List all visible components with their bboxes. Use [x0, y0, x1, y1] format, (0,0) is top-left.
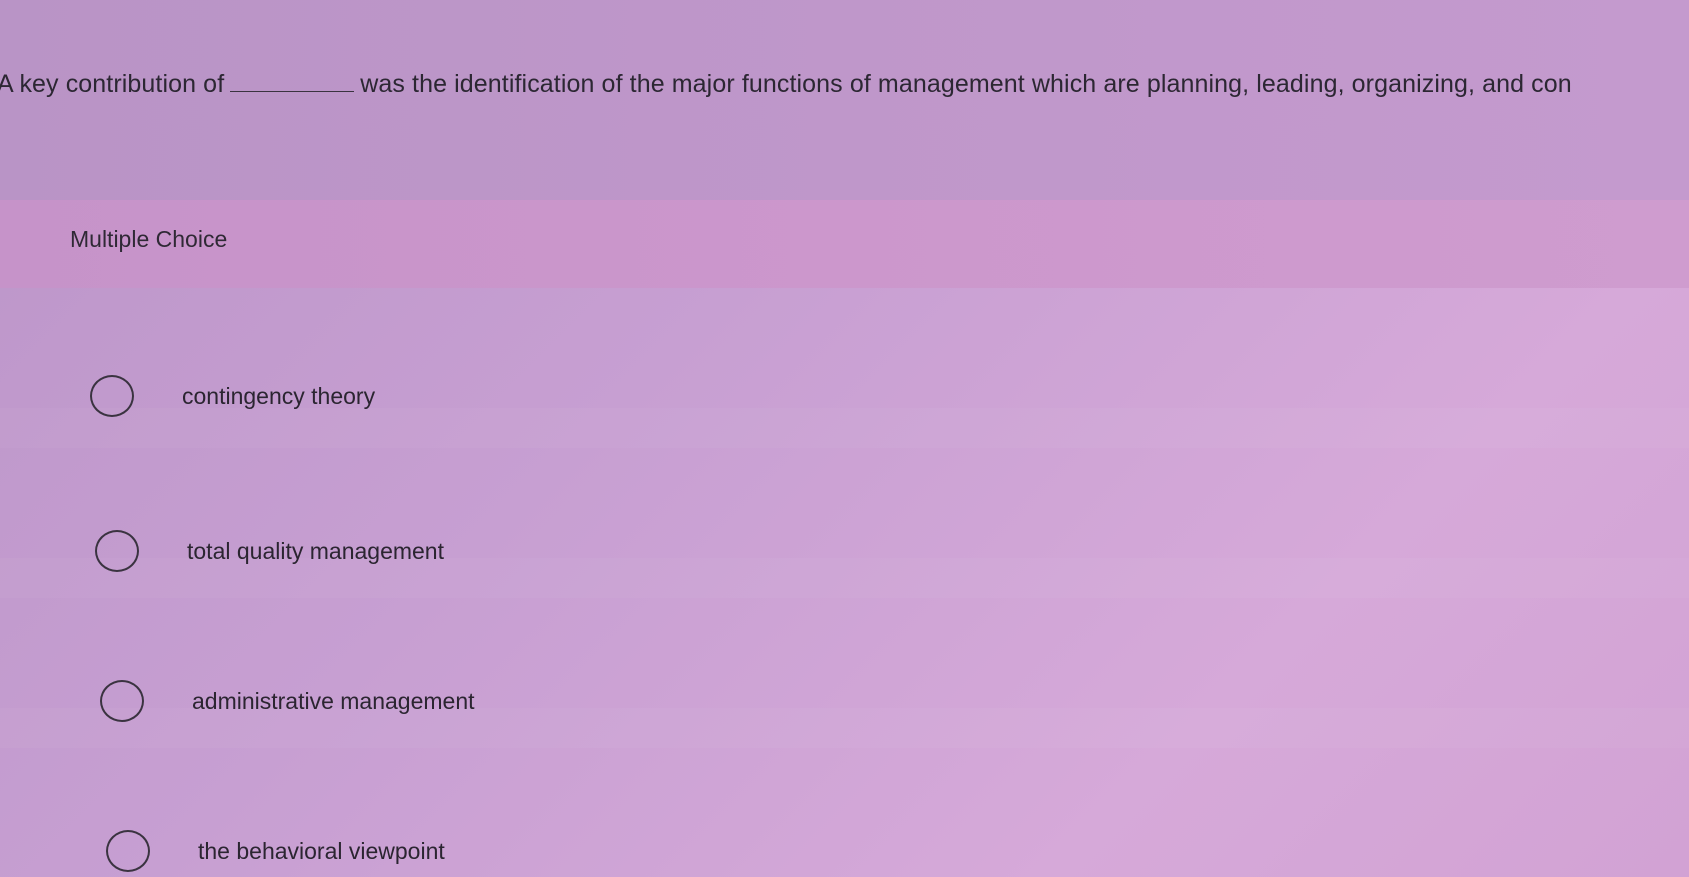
question-prefix: A key contribution of	[0, 70, 225, 98]
option-contingency-theory[interactable]: contingency theory	[90, 375, 375, 417]
option-label: contingency theory	[182, 382, 376, 409]
question-text: A key contribution of was the identificat…	[0, 70, 1572, 99]
option-administrative-management[interactable]: administrative management	[100, 680, 475, 722]
question-area	[0, 0, 1689, 200]
option-behavioral-viewpoint[interactable]: the behavioral viewpoint	[106, 830, 445, 872]
option-label: administrative management	[192, 687, 475, 714]
question-suffix: was the identification of the major func…	[360, 70, 1572, 98]
option-label: total quality management	[187, 537, 444, 564]
option-label: the behavioral viewpoint	[198, 837, 445, 864]
radio-button[interactable]	[106, 830, 150, 872]
radio-button[interactable]	[100, 680, 144, 722]
answer-blank	[230, 90, 355, 92]
radio-button[interactable]	[95, 530, 139, 572]
option-total-quality-management[interactable]: total quality management	[95, 530, 444, 572]
question-type-label: Multiple Choice	[70, 226, 228, 252]
question-type-header	[0, 200, 1689, 288]
radio-button[interactable]	[90, 375, 134, 417]
